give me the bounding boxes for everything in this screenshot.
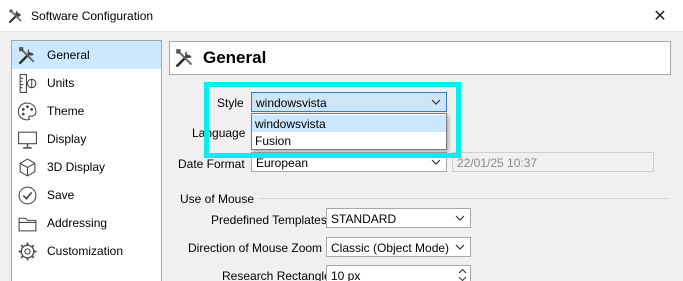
sidebar-item-units[interactable]: Units bbox=[12, 69, 161, 97]
save-icon bbox=[18, 186, 37, 205]
sidebar-item-label: General bbox=[47, 48, 90, 62]
sidebar-item-theme[interactable]: Theme bbox=[12, 97, 161, 125]
sidebar-item-save[interactable]: Save bbox=[12, 181, 161, 209]
sidebar-item-label: Save bbox=[47, 188, 75, 202]
spin-arrows-icon[interactable] bbox=[456, 267, 469, 281]
section-divider bbox=[258, 198, 670, 199]
monitor-icon bbox=[18, 131, 37, 149]
sidebar-item-label: Display bbox=[47, 132, 87, 146]
title-bar: Software Configuration ✕ bbox=[0, 0, 683, 32]
sidebar-item-label: Addressing bbox=[47, 216, 108, 230]
tools-icon bbox=[175, 49, 193, 68]
date-format-value: European bbox=[256, 156, 309, 170]
sidebar-item-general[interactable]: General bbox=[12, 41, 161, 69]
chevron-down-icon bbox=[455, 215, 465, 221]
chevron-down-icon bbox=[455, 244, 465, 250]
research-rectangle-label: Research Rectangle bbox=[222, 269, 331, 281]
templates-label: Predefined Templates bbox=[211, 213, 327, 227]
page-header: General bbox=[169, 41, 671, 75]
sidebar-item-label: Customization bbox=[47, 244, 124, 258]
annotation-highlight bbox=[204, 82, 461, 158]
research-rectangle-spinbox[interactable]: 10 px bbox=[326, 265, 471, 281]
ruler-icon bbox=[19, 74, 37, 93]
date-preview-field: 22/01/25 10:37 bbox=[452, 152, 654, 172]
gear-icon bbox=[18, 242, 37, 261]
cube-icon bbox=[19, 158, 36, 177]
tools-icon bbox=[18, 47, 35, 65]
date-format-label: Date Format bbox=[178, 157, 245, 171]
palette-icon bbox=[17, 102, 37, 121]
sidebar-item-label: Units bbox=[47, 76, 75, 90]
mouse-zoom-value: Classic (Object Mode) bbox=[331, 241, 450, 255]
mouse-zoom-select[interactable]: Classic (Object Mode) bbox=[326, 237, 471, 257]
sidebar-item-label: 3D Display bbox=[47, 160, 106, 174]
close-button[interactable]: ✕ bbox=[637, 0, 683, 32]
page-title: General bbox=[203, 48, 267, 67]
sidebar-item-customization[interactable]: Customization bbox=[12, 237, 161, 265]
date-preview-value: 22/01/25 10:37 bbox=[457, 156, 538, 170]
tools-icon bbox=[8, 9, 22, 24]
sidebar-item-display[interactable]: Display bbox=[12, 125, 161, 153]
window-title: Software Configuration bbox=[31, 9, 154, 23]
chevron-down-icon bbox=[431, 159, 441, 165]
mouse-section-title: Use of Mouse bbox=[180, 192, 255, 206]
close-icon: ✕ bbox=[653, 8, 667, 25]
sidebar-item-3d-display[interactable]: 3D Display bbox=[12, 153, 161, 181]
mouse-zoom-label: Direction of Mouse Zoom bbox=[188, 241, 323, 255]
templates-value: STANDARD bbox=[331, 212, 397, 226]
sidebar-item-label: Theme bbox=[47, 104, 85, 118]
templates-select[interactable]: STANDARD bbox=[326, 208, 471, 228]
sidebar-item-addressing[interactable]: Addressing bbox=[12, 209, 161, 237]
research-rectangle-value: 10 px bbox=[331, 269, 361, 281]
settings-sidebar: General Units Theme Display 3D Display S… bbox=[11, 40, 162, 281]
folder-icon bbox=[18, 217, 37, 232]
